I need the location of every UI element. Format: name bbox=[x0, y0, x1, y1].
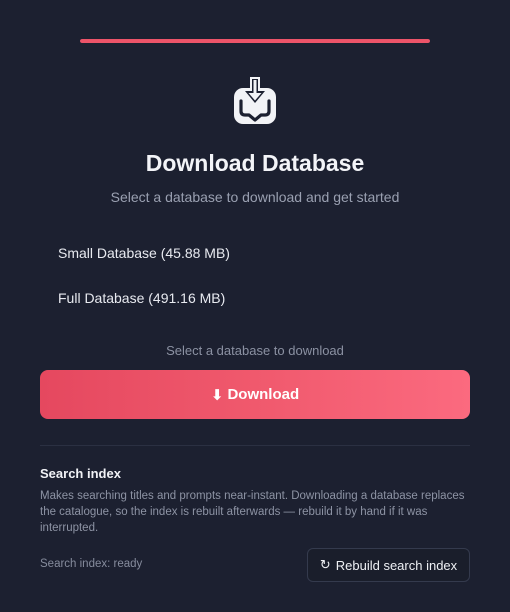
download-button-label: Download bbox=[227, 386, 300, 403]
progress-bar bbox=[80, 39, 430, 43]
download-arrow-icon: ⬇ bbox=[210, 386, 224, 404]
rebuild-button-label: Rebuild search index bbox=[335, 557, 458, 573]
search-index-description: Makes searching titles and prompts near-… bbox=[40, 490, 465, 534]
rebuild-search-index-button[interactable]: ↻ Rebuild search index bbox=[307, 548, 470, 582]
download-panel: Download Database Select a database to d… bbox=[0, 0, 510, 612]
refresh-icon: ↻ bbox=[319, 557, 331, 572]
search-index-status: Search index: ready bbox=[40, 558, 143, 570]
selection-hint: Select a database to download bbox=[166, 343, 344, 358]
section-divider bbox=[40, 445, 470, 446]
option-full-database[interactable]: Full Database (491.16 MB) bbox=[58, 290, 225, 306]
download-button[interactable]: ⬇ Download bbox=[40, 370, 470, 419]
download-box-icon bbox=[234, 77, 276, 124]
page-title: Download Database bbox=[145, 150, 365, 176]
option-small-database[interactable]: Small Database (45.88 MB) bbox=[58, 245, 230, 261]
page-subtitle: Select a database to download and get st… bbox=[110, 189, 400, 205]
progress-fill bbox=[80, 39, 430, 43]
search-index-title: Search index bbox=[40, 466, 121, 481]
